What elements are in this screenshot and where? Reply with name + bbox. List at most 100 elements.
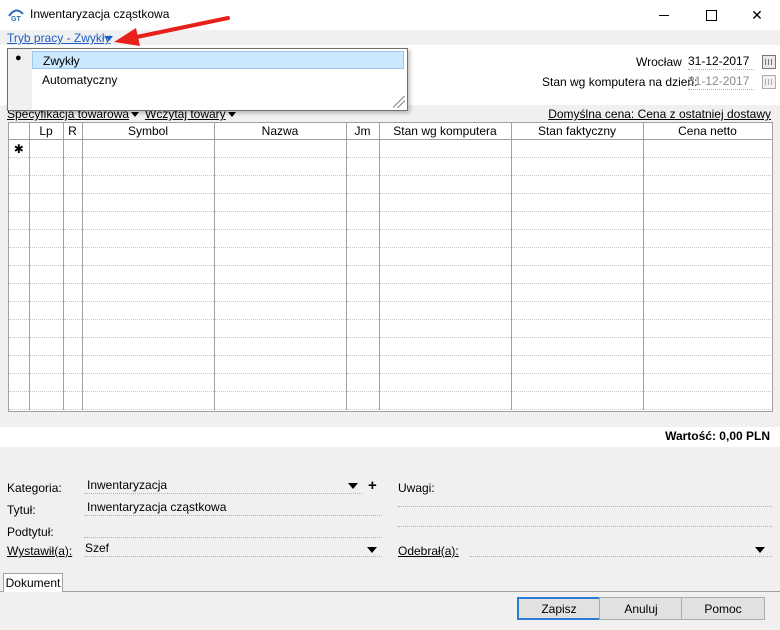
grid-cell[interactable] xyxy=(9,265,30,284)
items-grid[interactable]: Lp R Symbol Nazwa Jm Stan wg komputera S… xyxy=(8,122,773,412)
grid-cell[interactable] xyxy=(63,391,83,410)
table-row[interactable] xyxy=(9,391,772,410)
grid-cell[interactable] xyxy=(643,373,772,392)
column-header[interactable]: R xyxy=(63,123,83,140)
grid-cell[interactable] xyxy=(346,265,380,284)
grid-cell[interactable] xyxy=(63,301,83,320)
new-row[interactable]: ✱ xyxy=(9,139,772,158)
grid-cell[interactable] xyxy=(511,337,644,356)
grid-cell[interactable] xyxy=(379,355,512,374)
grid-cell[interactable] xyxy=(379,193,512,212)
grid-cell[interactable] xyxy=(511,139,644,158)
grid-cell[interactable] xyxy=(214,139,347,158)
grid-cell[interactable] xyxy=(63,211,83,230)
grid-cell[interactable] xyxy=(63,193,83,212)
grid-cell[interactable] xyxy=(346,355,380,374)
grid-cell[interactable] xyxy=(379,157,512,176)
grid-cell[interactable] xyxy=(346,373,380,392)
grid-cell[interactable] xyxy=(214,157,347,176)
grid-cell[interactable] xyxy=(214,391,347,410)
grid-cell[interactable] xyxy=(82,265,215,284)
grid-cell[interactable] xyxy=(29,139,64,158)
calendar-icon[interactable] xyxy=(762,55,776,69)
column-header[interactable]: Lp xyxy=(29,123,64,140)
grid-cell[interactable] xyxy=(214,337,347,356)
grid-cell[interactable] xyxy=(511,283,644,302)
grid-cell[interactable] xyxy=(29,355,64,374)
grid-cell[interactable] xyxy=(214,355,347,374)
table-row[interactable] xyxy=(9,355,772,374)
menu-item-zwykly[interactable]: Zwykły xyxy=(32,51,404,69)
grid-cell[interactable] xyxy=(643,283,772,302)
grid-cell[interactable] xyxy=(643,211,772,230)
grid-cell[interactable] xyxy=(214,211,347,230)
grid-cell[interactable] xyxy=(9,211,30,230)
category-dropdown-icon[interactable] xyxy=(348,483,358,489)
grid-cell[interactable] xyxy=(379,319,512,338)
help-button[interactable]: Pomoc xyxy=(681,597,765,620)
grid-cell[interactable] xyxy=(214,193,347,212)
grid-cell[interactable] xyxy=(511,247,644,266)
grid-cell[interactable] xyxy=(379,211,512,230)
grid-cell[interactable] xyxy=(346,211,380,230)
grid-cell[interactable] xyxy=(29,211,64,230)
grid-cell[interactable] xyxy=(511,157,644,176)
minimize-button[interactable] xyxy=(641,0,687,30)
grid-cell[interactable] xyxy=(346,337,380,356)
grid-cell[interactable] xyxy=(379,301,512,320)
grid-cell[interactable] xyxy=(9,301,30,320)
table-row[interactable] xyxy=(9,229,772,248)
grid-cell[interactable] xyxy=(29,337,64,356)
grid-cell[interactable] xyxy=(511,175,644,194)
menu-item-automatyczny[interactable]: Automatyczny xyxy=(32,71,404,89)
grid-cell[interactable] xyxy=(29,373,64,392)
grid-cell[interactable] xyxy=(29,301,64,320)
grid-cell[interactable] xyxy=(379,391,512,410)
grid-cell[interactable] xyxy=(643,247,772,266)
grid-cell[interactable] xyxy=(82,193,215,212)
grid-cell[interactable] xyxy=(9,373,30,392)
add-category-icon[interactable]: + xyxy=(368,477,377,494)
grid-cell[interactable] xyxy=(511,373,644,392)
grid-cell[interactable] xyxy=(346,319,380,338)
stock-date-field[interactable]: 31-12-2017 xyxy=(688,74,754,90)
document-date-field[interactable]: 31-12-2017 xyxy=(688,54,754,70)
grid-cell[interactable] xyxy=(379,337,512,356)
grid-cell[interactable] xyxy=(63,175,83,194)
grid-cell[interactable] xyxy=(63,373,83,392)
table-row[interactable] xyxy=(9,265,772,284)
grid-cell[interactable] xyxy=(29,193,64,212)
grid-cell[interactable] xyxy=(643,319,772,338)
grid-cell[interactable] xyxy=(511,229,644,248)
column-header[interactable]: Symbol xyxy=(82,123,215,140)
grid-cell[interactable] xyxy=(63,247,83,266)
grid-cell[interactable] xyxy=(29,175,64,194)
column-header[interactable]: Jm xyxy=(346,123,380,140)
grid-cell[interactable] xyxy=(82,157,215,176)
grid-cell[interactable] xyxy=(214,319,347,338)
grid-cell[interactable] xyxy=(82,355,215,374)
grid-cell[interactable] xyxy=(214,265,347,284)
grid-cell[interactable] xyxy=(9,355,30,374)
grid-cell[interactable] xyxy=(214,175,347,194)
grid-cell[interactable] xyxy=(29,229,64,248)
table-row[interactable] xyxy=(9,157,772,176)
grid-cell[interactable] xyxy=(511,193,644,212)
grid-cell[interactable] xyxy=(511,391,644,410)
grid-cell[interactable] xyxy=(63,265,83,284)
grid-cell[interactable] xyxy=(643,301,772,320)
grid-cell[interactable] xyxy=(511,355,644,374)
subtitle-field[interactable] xyxy=(84,522,382,538)
table-row[interactable] xyxy=(9,211,772,230)
grid-cell[interactable] xyxy=(63,283,83,302)
table-row[interactable] xyxy=(9,337,772,356)
grid-cell[interactable] xyxy=(346,391,380,410)
grid-cell[interactable] xyxy=(346,175,380,194)
grid-cell[interactable] xyxy=(82,139,215,158)
save-button[interactable]: Zapisz xyxy=(517,597,601,620)
grid-cell[interactable] xyxy=(214,247,347,266)
grid-cell[interactable] xyxy=(511,301,644,320)
stock-calendar-icon[interactable] xyxy=(762,75,776,89)
work-mode-link[interactable]: Tryb pracy - Zwykły xyxy=(7,31,111,45)
grid-cell[interactable] xyxy=(82,391,215,410)
